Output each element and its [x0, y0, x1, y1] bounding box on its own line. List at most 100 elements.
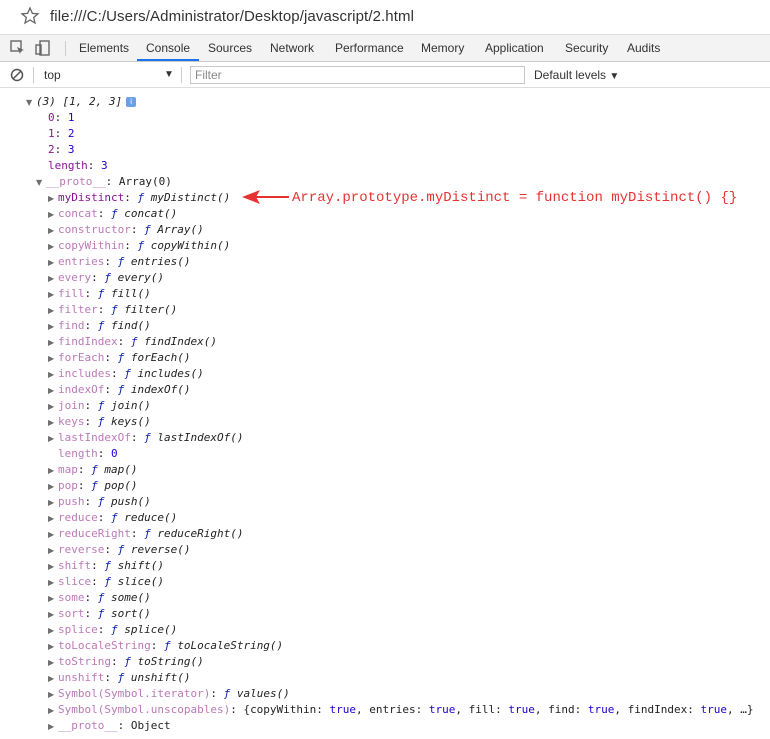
method-row[interactable]: ▶ keys: ƒ keys() [48, 414, 151, 430]
devtools-tab-bar: Elements Console Sources Network Perform… [0, 35, 770, 62]
method-row[interactable]: ▶ find: ƒ find() [48, 318, 151, 334]
clear-console-icon[interactable] [10, 68, 24, 82]
method-key: every [58, 271, 92, 284]
function-symbol: ƒ [111, 623, 118, 636]
annotation-text: Array.prototype.myDistinct = function my… [292, 190, 738, 206]
tab-console[interactable]: Console [146, 41, 190, 55]
tab-application[interactable]: Application [485, 41, 544, 55]
proto-row[interactable]: ▼ __proto__: Array(0) [36, 174, 172, 190]
unscopables-prop-value: true [508, 703, 535, 716]
method-row[interactable]: ▶ includes: ƒ includes() [48, 366, 204, 382]
method-row[interactable]: ▶ reverse: ƒ reverse() [48, 542, 190, 558]
method-row[interactable]: ▶ concat: ƒ concat() [48, 206, 177, 222]
method-signature: push() [111, 495, 151, 508]
chevron-down-icon[interactable]: ▼ [164, 69, 174, 80]
method-row[interactable]: ▶ unshift: ƒ unshift() [48, 670, 190, 686]
method-key: copyWithin [58, 239, 125, 252]
method-row[interactable]: ▶ join: ƒ join() [48, 398, 151, 414]
url-text[interactable]: file:///C:/Users/Administrator/Desktop/j… [50, 8, 414, 25]
proto-object-row[interactable]: ▶ __proto__: Object [48, 718, 171, 734]
separator: : [104, 671, 118, 684]
method-row[interactable]: ▶ toString: ƒ toString() [48, 654, 204, 670]
method-row[interactable]: ▶ forEach: ƒ forEach() [48, 350, 190, 366]
separator: : [77, 479, 92, 492]
unscopables-prop-value: true [428, 703, 456, 716]
tab-performance[interactable]: Performance [335, 41, 404, 55]
collapsed-triangle-icon: ▶ [48, 338, 55, 347]
entry-key: 2 [48, 143, 55, 156]
collapsed-triangle-icon: ▶ [48, 194, 55, 203]
method-row[interactable]: ▶ reduce: ƒ reduce() [48, 510, 177, 526]
method-row[interactable]: ▶ push: ƒ push() [48, 494, 151, 510]
tab-network[interactable]: Network [270, 41, 314, 55]
function-symbol: ƒ [144, 527, 151, 540]
method-row[interactable]: ▶ constructor: ƒ Array() [48, 222, 204, 238]
tab-elements[interactable]: Elements [79, 41, 129, 55]
method-row[interactable]: ▶ filter: ƒ filter() [48, 302, 177, 318]
console-toolbar: top ▼ Filter Default levels ▼ [0, 62, 770, 88]
tab-sources[interactable]: Sources [208, 41, 252, 55]
method-key: toString [58, 655, 111, 668]
device-toolbar-icon[interactable] [34, 39, 52, 57]
tab-memory[interactable]: Memory [421, 41, 464, 55]
method-signature: slice() [117, 575, 164, 588]
collapsed-triangle-icon: ▶ [48, 386, 55, 395]
method-row[interactable]: ▶ copyWithin: ƒ copyWithin() [48, 238, 230, 254]
method-row[interactable]: ▶ splice: ƒ splice() [48, 622, 177, 638]
method-row[interactable]: ▶ fill: ƒ fill() [48, 286, 151, 302]
separator: : [97, 447, 111, 460]
method-row[interactable]: ▶ reduceRight: ƒ reduceRight() [48, 526, 243, 542]
separator: : [104, 351, 118, 364]
method-row[interactable]: ▶ myDistinct: ƒ myDistinct() [48, 190, 230, 206]
filter-input[interactable]: Filter [190, 66, 525, 84]
inspect-element-icon[interactable] [9, 39, 27, 57]
bookmark-star-icon[interactable] [20, 6, 40, 26]
array-entry-row: 0: 1 [48, 110, 75, 126]
tab-security[interactable]: Security [565, 41, 608, 55]
method-key: constructor [58, 223, 131, 236]
method-key: fill [58, 287, 85, 300]
method-signature: find() [111, 319, 151, 332]
unscopables-row[interactable]: ▶ Symbol(Symbol.unscopables): {copyWithin… [48, 702, 754, 718]
method-key: forEach [58, 351, 105, 364]
tab-audits[interactable]: Audits [627, 41, 660, 55]
method-row[interactable]: ▶ Symbol(Symbol.iterator): ƒ values() [48, 686, 290, 702]
unscopables-prop-key: find [548, 703, 575, 716]
collapsed-triangle-icon: ▶ [48, 562, 55, 571]
toolbar-divider [181, 67, 182, 83]
method-row[interactable]: ▶ toLocaleString: ƒ toLocaleString() [48, 638, 283, 654]
context-selector[interactable]: top [44, 68, 61, 82]
method-key: reduce [58, 511, 98, 524]
entry-key: 1 [48, 127, 55, 140]
method-row[interactable]: ▶ indexOf: ƒ indexOf() [48, 382, 190, 398]
method-signature: shift() [117, 559, 164, 572]
method-signature: some() [111, 591, 151, 604]
method-row[interactable]: ▶ entries: ƒ entries() [48, 254, 190, 270]
method-row[interactable]: ▶ some: ƒ some() [48, 590, 151, 606]
method-row[interactable]: ▶ pop: ƒ pop() [48, 478, 138, 494]
method-signature: reduce() [124, 511, 178, 524]
entry-value: 2 [67, 127, 75, 140]
method-row[interactable]: ▶ every: ƒ every() [48, 270, 164, 286]
method-signature: toString() [137, 655, 204, 668]
method-row[interactable]: ▶ map: ƒ map() [48, 462, 138, 478]
separator: : [84, 319, 98, 332]
function-symbol: ƒ [163, 639, 171, 652]
collapsed-triangle-icon: ▶ [48, 546, 55, 555]
method-row[interactable]: ▶ lastIndexOf: ƒ lastIndexOf() [48, 430, 243, 446]
function-symbol: ƒ [124, 655, 131, 668]
log-levels-dropdown[interactable]: Default levels ▼ [534, 68, 619, 82]
collapsed-triangle-icon: ▶ [48, 258, 55, 267]
method-row[interactable]: ▶ slice: ƒ slice() [48, 574, 164, 590]
array-summary-row[interactable]: ▼ (3) [1, 2, 3] i [26, 94, 137, 110]
info-icon[interactable]: i [126, 97, 137, 107]
method-row[interactable]: ▶ findIndex: ƒ findIndex() [48, 334, 217, 350]
method-row[interactable]: ▶ shift: ƒ shift() [48, 558, 164, 574]
method-row[interactable]: ▶ sort: ƒ sort() [48, 606, 151, 622]
separator: : [687, 703, 701, 716]
